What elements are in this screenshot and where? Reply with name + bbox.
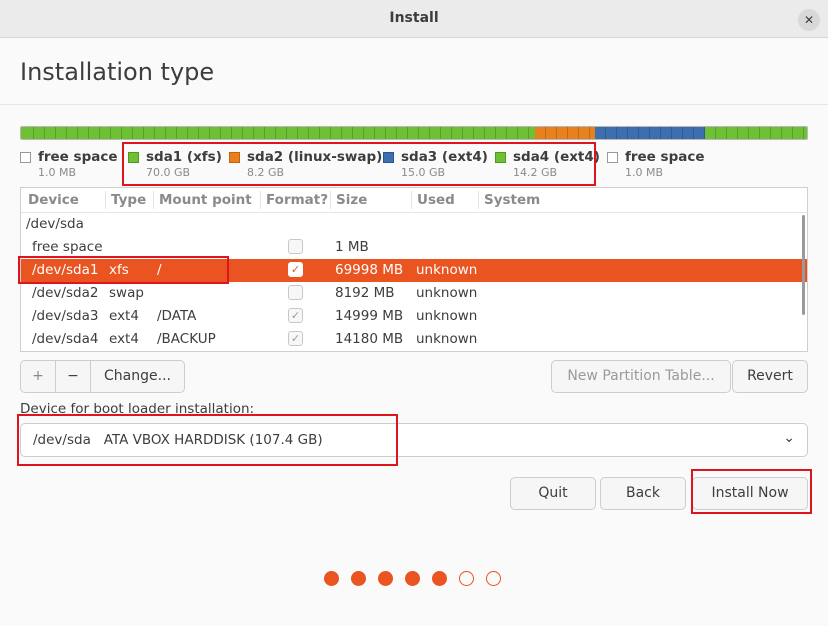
partition-bar-sda2 — [535, 127, 595, 139]
remove-partition-button[interactable]: − — [56, 361, 90, 392]
col-device[interactable]: Device — [28, 192, 79, 208]
close-icon[interactable]: ✕ — [798, 9, 820, 31]
cell-used: unknown — [416, 285, 478, 301]
col-separator — [478, 191, 479, 209]
partition-bar-sda3 — [595, 127, 705, 139]
cell-used: unknown — [416, 308, 478, 324]
format-checkbox-checked-icon[interactable]: ✓ — [288, 308, 303, 323]
cell-used: unknown — [416, 262, 478, 278]
cell-type: ext4 — [109, 331, 139, 347]
legend-size: 14.2 GB — [513, 166, 558, 179]
col-separator — [260, 191, 261, 209]
partition-bar-sda1 — [23, 127, 535, 139]
col-used[interactable]: Used — [417, 192, 455, 208]
swatch-sda2-icon — [229, 152, 240, 163]
back-button[interactable]: Back — [600, 477, 686, 510]
table-header: Device Type Mount point Format? Size Use… — [21, 188, 807, 213]
swatch-sda1-icon — [128, 152, 139, 163]
cell-device: /dev/sda2 — [32, 285, 99, 301]
col-system[interactable]: System — [484, 192, 540, 208]
format-checkbox[interactable] — [288, 285, 303, 300]
legend-name: sda4 (ext4) — [513, 149, 600, 165]
legend-name: sda2 (linux-swap) — [247, 149, 383, 165]
progress-dot — [351, 571, 366, 586]
cell-mount: / — [157, 262, 162, 278]
cell-type: swap — [109, 285, 144, 301]
cell-device: /dev/sda4 — [32, 331, 99, 347]
revert-button[interactable]: Revert — [732, 360, 808, 393]
bootloader-label: Device for boot loader installation: — [20, 401, 255, 417]
cell-device: /dev/sda — [26, 216, 84, 232]
cell-used: unknown — [416, 331, 478, 347]
swatch-sda4-icon — [495, 152, 506, 163]
new-partition-table-button[interactable]: New Partition Table... — [551, 360, 731, 393]
legend-size: 15.0 GB — [401, 166, 446, 179]
legend-size: 70.0 GB — [146, 166, 191, 179]
col-separator — [153, 191, 154, 209]
legend-name: sda3 (ext4) — [401, 149, 488, 165]
progress-dot — [324, 571, 339, 586]
cell-mount: /BACKUP — [157, 331, 216, 347]
legend-name: sda1 (xfs) — [146, 149, 222, 165]
add-partition-button[interactable]: + — [21, 361, 55, 392]
cell-mount: /DATA — [157, 308, 197, 324]
swatch-sda3-icon — [383, 152, 394, 163]
col-separator — [330, 191, 331, 209]
cell-size: 1 MB — [335, 239, 369, 255]
progress-dot — [459, 571, 474, 586]
cell-size: 14999 MB — [335, 308, 404, 324]
partition-table: Device Type Mount point Format? Size Use… — [20, 187, 808, 352]
cell-device: /dev/sda1 — [32, 262, 99, 278]
partition-bar-sda4 — [705, 127, 807, 139]
progress-dot — [432, 571, 447, 586]
install-now-button[interactable]: Install Now — [692, 477, 808, 510]
page-title: Installation type — [20, 58, 215, 86]
format-checkbox[interactable] — [288, 239, 303, 254]
table-row-sda1[interactable]: /dev/sda1 xfs / ✓ 69998 MB unknown — [21, 259, 807, 282]
col-separator — [105, 191, 106, 209]
legend-name: free space — [625, 149, 705, 165]
partition-toolbar: + − Change... — [20, 360, 185, 393]
format-checkbox-checked-icon[interactable]: ✓ — [288, 331, 303, 346]
table-row-sda2[interactable]: /dev/sda2 swap 8192 MB unknown — [21, 282, 807, 305]
cell-type: ext4 — [109, 308, 139, 324]
cell-device: free space — [32, 239, 103, 255]
col-type[interactable]: Type — [111, 192, 146, 208]
cell-size: 14180 MB — [335, 331, 404, 347]
partition-bar — [20, 126, 808, 140]
bootloader-select[interactable]: /dev/sda ATA VBOX HARDDISK (107.4 GB) ⌄ — [20, 423, 808, 457]
legend-size: 1.0 MB — [625, 166, 664, 179]
progress-dot — [378, 571, 393, 586]
title-bar: Install ✕ — [0, 0, 828, 38]
swatch-free-icon — [607, 152, 618, 163]
swatch-free-icon — [20, 152, 31, 163]
table-row-free-space[interactable]: free space 1 MB — [21, 236, 807, 259]
legend-size: 1.0 MB — [38, 166, 77, 179]
table-row-disk[interactable]: /dev/sda — [21, 213, 807, 236]
progress-dots — [324, 571, 514, 587]
legend-name: free space — [38, 149, 118, 165]
col-format[interactable]: Format? — [266, 192, 328, 208]
col-size[interactable]: Size — [336, 192, 367, 208]
progress-dot — [486, 571, 501, 586]
table-row-sda3[interactable]: /dev/sda3 ext4 /DATA ✓ 14999 MB unknown — [21, 305, 807, 328]
bootloader-value: /dev/sda ATA VBOX HARDDISK (107.4 GB) — [33, 432, 323, 448]
format-checkbox-checked-icon[interactable]: ✓ — [288, 262, 303, 277]
window-title: Install — [389, 10, 439, 26]
table-scrollbar[interactable] — [802, 215, 805, 315]
divider — [0, 104, 828, 105]
change-partition-button[interactable]: Change... — [91, 361, 184, 392]
col-separator — [411, 191, 412, 209]
progress-dot — [405, 571, 420, 586]
table-row-sda4[interactable]: /dev/sda4 ext4 /BACKUP ✓ 14180 MB unknow… — [21, 328, 807, 351]
col-mount-point[interactable]: Mount point — [159, 192, 252, 208]
cell-type: xfs — [109, 262, 129, 278]
chevron-down-icon: ⌄ — [783, 430, 795, 446]
cell-size: 69998 MB — [335, 262, 404, 278]
legend-size: 8.2 GB — [247, 166, 285, 179]
cell-device: /dev/sda3 — [32, 308, 99, 324]
quit-button[interactable]: Quit — [510, 477, 596, 510]
cell-size: 8192 MB — [335, 285, 395, 301]
